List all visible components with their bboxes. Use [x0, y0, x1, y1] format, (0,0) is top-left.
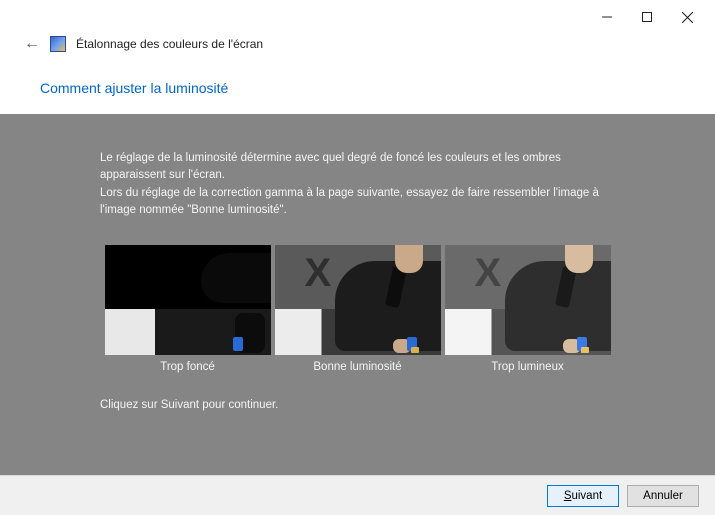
next-rest: uivant: [571, 490, 602, 502]
close-button[interactable]: [667, 6, 707, 28]
button-bar: Suivant Annuler: [0, 475, 715, 515]
header-row: ← Étalonnage des couleurs de l'écran: [0, 32, 715, 60]
example-too-light: X Trop lumineux: [445, 245, 611, 373]
description-line-1: Le réglage de la luminosité détermine av…: [100, 152, 561, 181]
cancel-button[interactable]: Annuler: [627, 485, 699, 507]
example-good: X Bonne luminosité: [275, 245, 441, 373]
page-title: Comment ajuster la luminosité: [0, 60, 715, 96]
back-arrow-icon[interactable]: ←: [24, 36, 40, 52]
window-title: Étalonnage des couleurs de l'écran: [76, 37, 263, 51]
caption-good: Bonne luminosité: [313, 361, 401, 373]
example-too-dark: Trop foncé: [105, 245, 271, 373]
minimize-button[interactable]: [587, 6, 627, 28]
continue-hint: Cliquez sur Suivant pour continuer.: [100, 399, 615, 411]
example-image-light: X: [445, 245, 611, 355]
example-image-dark: [105, 245, 271, 355]
window-titlebar: [0, 0, 715, 32]
description-line-2: Lors du réglage de la correction gamma à…: [100, 187, 599, 216]
description-text: Le réglage de la luminosité détermine av…: [100, 150, 615, 219]
maximize-button[interactable]: [627, 6, 667, 28]
content-area: Le réglage de la luminosité détermine av…: [0, 114, 715, 482]
caption-too-light: Trop lumineux: [491, 361, 563, 373]
next-button[interactable]: Suivant: [547, 485, 619, 507]
app-icon: [50, 36, 66, 52]
caption-too-dark: Trop foncé: [160, 361, 215, 373]
example-image-good: X: [275, 245, 441, 355]
cancel-label: Annuler: [643, 490, 683, 502]
example-images-row: Trop foncé X Bonne luminosité X: [100, 245, 615, 373]
